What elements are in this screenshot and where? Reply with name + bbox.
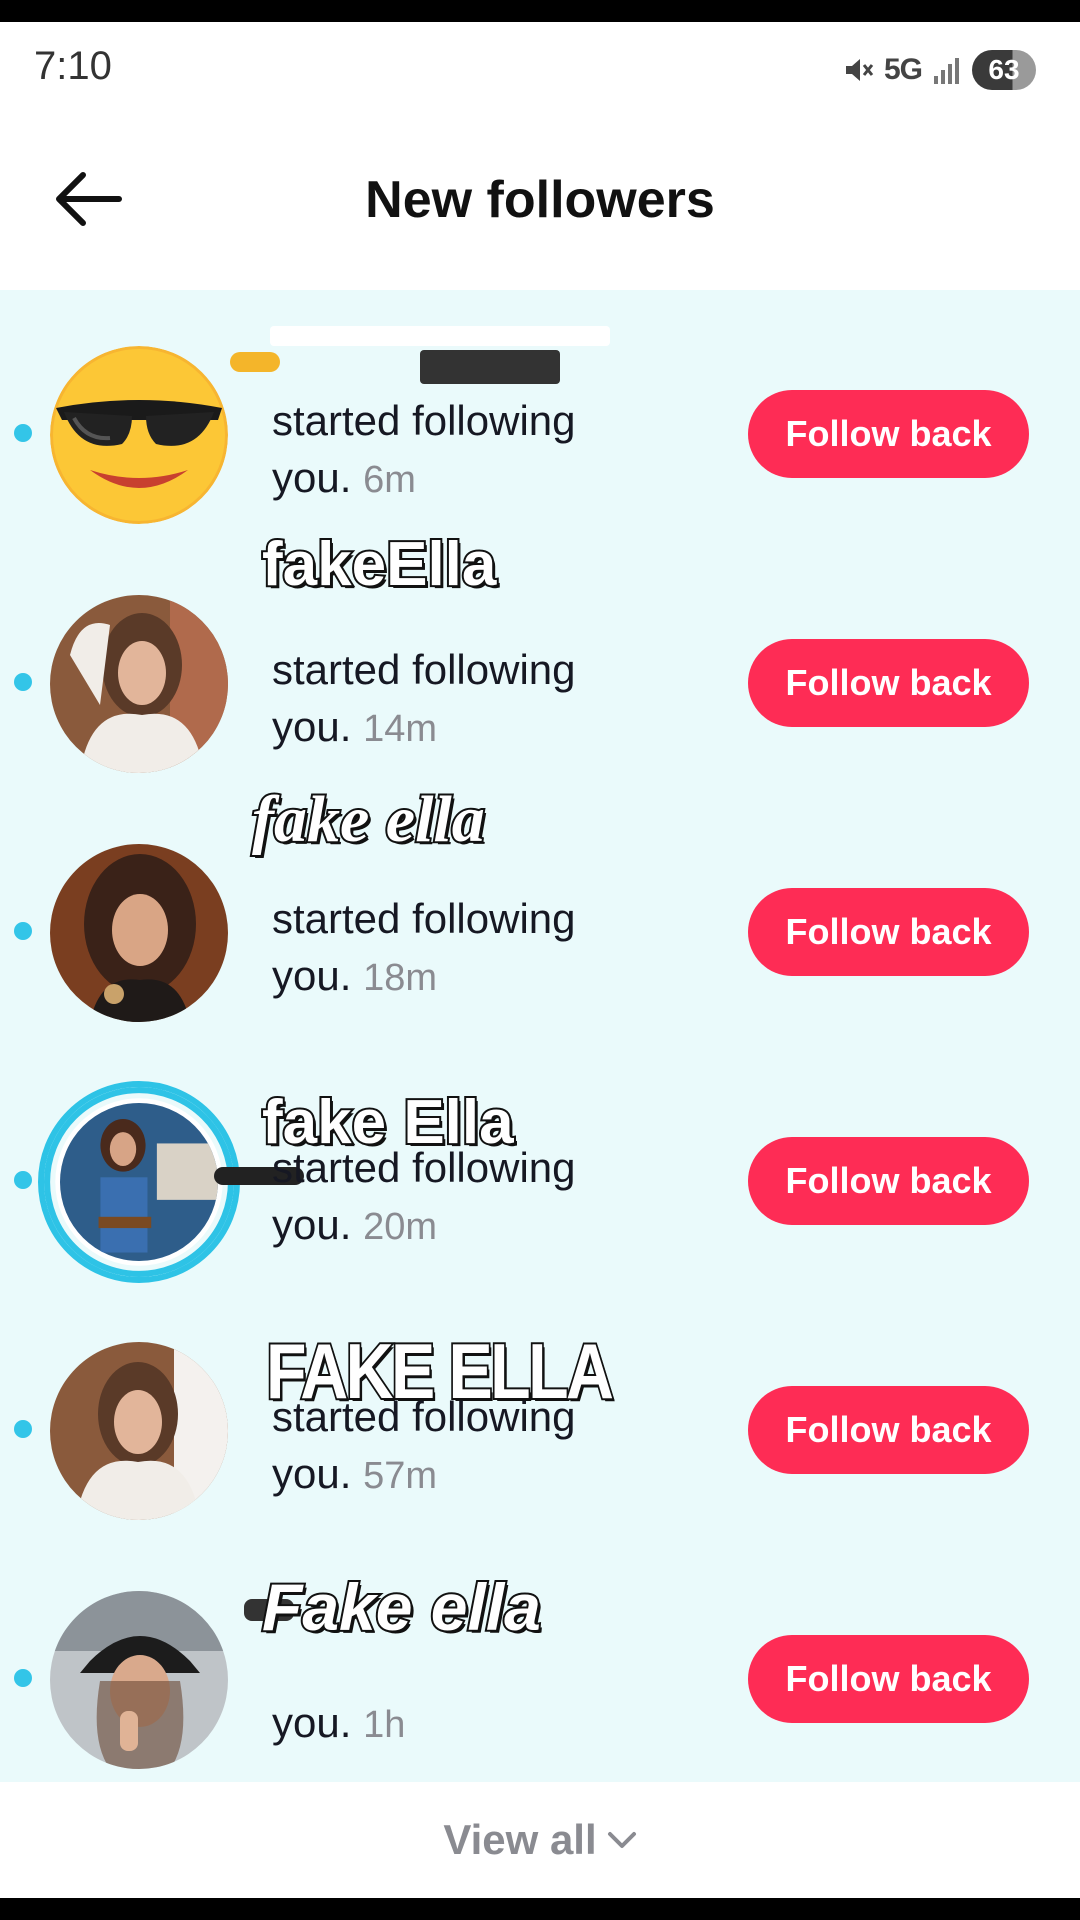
network-label: 5G bbox=[883, 53, 923, 86]
avatar-story[interactable] bbox=[38, 1081, 240, 1283]
status-time: 7:10 bbox=[34, 44, 112, 88]
follower-action bbox=[272, 1637, 652, 1694]
redaction-bar bbox=[230, 352, 280, 372]
avatar-emoji-sunglasses[interactable] bbox=[50, 346, 228, 524]
follower-you: you. bbox=[272, 454, 352, 501]
status-icons: 5G 63 bbox=[842, 50, 1036, 90]
follower-time: 6m bbox=[363, 459, 416, 501]
battery-level: 63 bbox=[988, 54, 1020, 85]
view-all-button[interactable]: View all bbox=[0, 1782, 1080, 1898]
page-title: New followers bbox=[365, 171, 715, 229]
follower-row[interactable]: Fake ella you. 1h Follow back bbox=[0, 1535, 1080, 1784]
avatar-photo[interactable] bbox=[50, 1591, 228, 1769]
chevron-down-icon bbox=[607, 1832, 636, 1848]
unread-dot bbox=[14, 673, 32, 691]
name-overlay: Fake ella bbox=[260, 1568, 543, 1646]
follower-row[interactable]: fake ella started following you. 18m Fol… bbox=[0, 781, 1080, 1037]
unread-dot bbox=[14, 1171, 32, 1189]
follower-you: you. bbox=[272, 1450, 352, 1497]
unread-dot bbox=[14, 1420, 32, 1438]
follow-back-button[interactable]: Follow back bbox=[748, 639, 1029, 727]
follower-row[interactable]: FAKE ELLA started following you. 57m Fol… bbox=[0, 1286, 1080, 1535]
view-all-label: View all bbox=[443, 1816, 597, 1863]
follower-text: started following you. 18m bbox=[272, 890, 652, 1007]
screen: 7:10 5G 63 New followers started followi… bbox=[0, 22, 1080, 1898]
follower-action: started following bbox=[272, 397, 576, 444]
followers-list: started following you. 6m Follow back fa… bbox=[0, 290, 1080, 1782]
avatar-photo[interactable] bbox=[50, 595, 228, 773]
follower-action: started following bbox=[272, 646, 576, 693]
follower-text: started following you. 20m bbox=[272, 1139, 652, 1256]
follower-you: you. bbox=[272, 952, 352, 999]
follower-action: started following bbox=[272, 1393, 576, 1440]
follower-time: 18m bbox=[363, 957, 437, 999]
battery-icon: 63 bbox=[972, 50, 1036, 90]
unread-dot bbox=[14, 1669, 32, 1687]
redaction-bar bbox=[420, 350, 560, 384]
follower-text: you. 1h bbox=[272, 1637, 652, 1754]
follower-text: started following you. 14m bbox=[272, 641, 652, 758]
signal-icon bbox=[934, 58, 959, 84]
unread-dot bbox=[14, 922, 32, 940]
follow-back-button[interactable]: Follow back bbox=[748, 1137, 1029, 1225]
follower-time: 57m bbox=[363, 1455, 437, 1497]
follower-row[interactable]: fake Ella started following you. 20m Fol… bbox=[0, 1037, 1080, 1286]
follower-you: you. bbox=[272, 1699, 352, 1746]
name-overlay: fake ella bbox=[250, 781, 487, 858]
follower-text: started following you. 57m bbox=[272, 1388, 652, 1505]
follower-row[interactable]: started following you. 6m Follow back bbox=[0, 290, 1080, 539]
follower-time: 1h bbox=[363, 1704, 406, 1746]
status-bar: 7:10 5G 63 bbox=[0, 22, 1080, 112]
follow-back-button[interactable]: Follow back bbox=[748, 888, 1029, 976]
follower-action: started following bbox=[272, 895, 576, 942]
follower-action: started following bbox=[272, 1144, 576, 1191]
follower-row[interactable]: fakeElla started following you. 14m Foll… bbox=[0, 528, 1080, 788]
follower-time: 14m bbox=[363, 708, 437, 750]
follower-you: you. bbox=[272, 1201, 352, 1248]
unread-dot bbox=[14, 424, 32, 442]
follower-time: 20m bbox=[363, 1206, 437, 1248]
name-overlay: fakeElla bbox=[260, 528, 498, 601]
follow-back-button[interactable]: Follow back bbox=[748, 390, 1029, 478]
follower-you: you. bbox=[272, 703, 352, 750]
mute-icon bbox=[845, 59, 874, 81]
avatar-photo[interactable] bbox=[50, 1342, 228, 1520]
follow-back-button[interactable]: Follow back bbox=[748, 1386, 1029, 1474]
follower-text: started following you. 6m bbox=[272, 392, 652, 509]
redaction-bar bbox=[270, 326, 610, 346]
header: New followers bbox=[0, 112, 1080, 290]
avatar-photo[interactable] bbox=[50, 844, 228, 1022]
follow-back-button[interactable]: Follow back bbox=[748, 1635, 1029, 1723]
